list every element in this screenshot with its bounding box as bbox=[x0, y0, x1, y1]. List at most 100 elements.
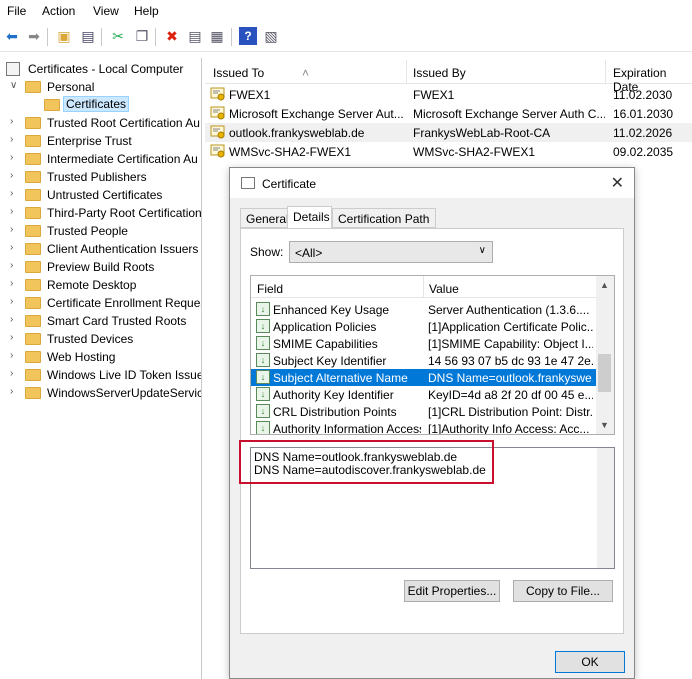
chevron-right-icon[interactable]: › bbox=[10, 116, 13, 127]
forward-arrow-icon[interactable]: ➡ bbox=[25, 27, 43, 45]
tree-item[interactable]: › Trusted Devices bbox=[0, 330, 201, 348]
ok-button[interactable]: OK bbox=[555, 651, 625, 673]
tree-item[interactable]: › Intermediate Certification Au bbox=[0, 150, 201, 168]
tab-certification-path[interactable]: Certification Path bbox=[332, 208, 436, 228]
field-row[interactable]: ↓ Subject Key Identifier 14 56 93 07 b5 dc… bbox=[251, 352, 596, 369]
cell-expiration-date: 09.02.2035 bbox=[613, 145, 674, 159]
tree-item[interactable]: › Trusted Publishers bbox=[0, 168, 201, 186]
copy-icon[interactable]: ❐ bbox=[133, 27, 151, 45]
chevron-right-icon[interactable]: › bbox=[10, 152, 13, 163]
tab-general[interactable]: General bbox=[240, 208, 289, 228]
chevron-down-icon: ∨ bbox=[478, 245, 486, 256]
tree-item[interactable]: › Smart Card Trusted Roots bbox=[0, 312, 201, 330]
field-row[interactable]: ↓ Authority Information Access [1]Authorit… bbox=[251, 420, 596, 434]
field-value: Server Authentication (1.3.6.... bbox=[428, 303, 590, 317]
field-name: Enhanced Key Usage bbox=[273, 303, 390, 317]
field-row[interactable]: ↓ Authority Key Identifier KeyID=4d a8 2f … bbox=[251, 386, 596, 403]
field-row[interactable]: ↓ SMIME Capabilities [1]SMIME Capability: … bbox=[251, 335, 596, 352]
chevron-right-icon[interactable]: › bbox=[10, 188, 13, 199]
tree-item[interactable]: › Web Hosting bbox=[0, 348, 201, 366]
snapin-icon[interactable]: ▧ bbox=[262, 27, 280, 45]
folder-icon bbox=[44, 99, 60, 111]
field-row[interactable]: ↓ Enhanced Key Usage Server Authentication… bbox=[251, 301, 596, 318]
chevron-right-icon[interactable]: › bbox=[10, 278, 13, 289]
scroll-down-icon[interactable]: ▼ bbox=[600, 420, 609, 430]
show-hide-tree-icon[interactable]: ▤ bbox=[79, 27, 97, 45]
chevron-right-icon[interactable]: › bbox=[10, 332, 13, 343]
detail-scrollbar[interactable] bbox=[597, 448, 614, 568]
close-icon[interactable]: ✕ bbox=[611, 173, 624, 193]
delete-icon[interactable]: ✖ bbox=[163, 27, 181, 45]
tree-item[interactable]: › Enterprise Trust bbox=[0, 132, 201, 150]
chevron-right-icon[interactable]: › bbox=[10, 224, 13, 235]
back-arrow-icon[interactable]: ⬅ bbox=[3, 27, 21, 45]
properties-icon[interactable]: ▤ bbox=[186, 27, 204, 45]
column-divider[interactable] bbox=[406, 60, 407, 84]
menu-action[interactable]: Action bbox=[42, 4, 75, 18]
export-icon[interactable]: ▦ bbox=[208, 27, 226, 45]
tab-details[interactable]: Details bbox=[287, 206, 332, 228]
field-row[interactable]: ↓ Application Policies [1]Application Cert… bbox=[251, 318, 596, 335]
tree-item[interactable]: › Trusted People bbox=[0, 222, 201, 240]
column-divider[interactable] bbox=[423, 276, 424, 298]
tree-item-label: Trusted Root Certification Au bbox=[47, 116, 200, 130]
help-icon[interactable]: ? bbox=[239, 27, 257, 45]
menu-view[interactable]: View bbox=[93, 4, 119, 18]
tree-item[interactable]: › Certificate Enrollment Reques bbox=[0, 294, 201, 312]
scroll-thumb[interactable] bbox=[598, 354, 611, 392]
tree-item[interactable]: › Trusted Root Certification Au bbox=[0, 114, 201, 132]
show-select-value: <All> bbox=[295, 246, 323, 260]
chevron-right-icon[interactable]: › bbox=[10, 386, 13, 397]
copy-to-file-button[interactable]: Copy to File... bbox=[513, 580, 613, 602]
tree-root[interactable]: Certificates - Local Computer bbox=[0, 60, 201, 78]
chevron-right-icon[interactable]: › bbox=[10, 242, 13, 253]
folder-icon bbox=[25, 297, 41, 309]
chevron-down-icon[interactable]: ∨ bbox=[10, 80, 17, 91]
table-row[interactable]: FWEX1 FWEX1 11.02.2030 bbox=[205, 85, 692, 104]
column-issued-to[interactable]: Issued To bbox=[213, 66, 264, 80]
tree-item[interactable]: › Third-Party Root Certification bbox=[0, 204, 201, 222]
tree-item[interactable]: › Untrusted Certificates bbox=[0, 186, 201, 204]
tree-item-certificates[interactable]: Certificates bbox=[0, 96, 201, 114]
folder-icon bbox=[25, 81, 41, 93]
tree-item-personal[interactable]: ∨ Personal bbox=[0, 78, 201, 96]
chevron-right-icon[interactable]: › bbox=[10, 368, 13, 379]
table-row[interactable]: Microsoft Exchange Server Aut... Microsof… bbox=[205, 104, 692, 123]
chevron-right-icon[interactable]: › bbox=[10, 314, 13, 325]
certificate-icon bbox=[241, 177, 255, 189]
chevron-right-icon[interactable]: › bbox=[10, 170, 13, 181]
menu-file[interactable]: File bbox=[7, 4, 26, 18]
extension-icon: ↓ bbox=[256, 387, 270, 401]
tree-root-label: Certificates - Local Computer bbox=[28, 62, 184, 76]
cut-icon[interactable]: ✂ bbox=[109, 27, 127, 45]
tree-item-label: Intermediate Certification Au bbox=[47, 152, 198, 166]
chevron-right-icon[interactable]: › bbox=[10, 206, 13, 217]
column-field[interactable]: Field bbox=[257, 282, 283, 296]
field-row[interactable]: ↓ CRL Distribution Points [1]CRL Distribut… bbox=[251, 403, 596, 420]
show-select[interactable]: <All> ∨ bbox=[289, 241, 493, 263]
table-row[interactable]: outlook.frankysweblab.de FrankysWebLab-Ro… bbox=[205, 123, 692, 142]
tree-item[interactable]: › Preview Build Roots bbox=[0, 258, 201, 276]
tree-item[interactable]: › WindowsServerUpdateService bbox=[0, 384, 201, 402]
fields-listview: Field Value ↓ Enhanced Key Usage Server Au… bbox=[250, 275, 615, 435]
extension-icon: ↓ bbox=[256, 302, 270, 316]
tree-item[interactable]: › Remote Desktop bbox=[0, 276, 201, 294]
column-divider[interactable] bbox=[605, 60, 606, 84]
scroll-up-icon[interactable]: ▲ bbox=[600, 280, 609, 290]
field-row[interactable]: ↓ Subject Alternative Name DNS Name=outloo… bbox=[251, 369, 596, 386]
menu-help[interactable]: Help bbox=[134, 4, 159, 18]
chevron-right-icon[interactable]: › bbox=[10, 260, 13, 271]
tree-item-label: Personal bbox=[47, 80, 95, 94]
edit-properties-button[interactable]: Edit Properties... bbox=[404, 580, 500, 602]
column-issued-by[interactable]: Issued By bbox=[413, 66, 466, 80]
column-value[interactable]: Value bbox=[429, 282, 459, 296]
up-folder-icon[interactable]: ▣ bbox=[55, 27, 73, 45]
tree-item[interactable]: › Windows Live ID Token Issuer bbox=[0, 366, 201, 384]
chevron-right-icon[interactable]: › bbox=[10, 134, 13, 145]
table-row[interactable]: WMSvc-SHA2-FWEX1 WMSvc-SHA2-FWEX1 09.02.20… bbox=[205, 142, 692, 161]
tree-item[interactable]: › Client Authentication Issuers bbox=[0, 240, 201, 258]
fields-scrollbar[interactable]: ▲ ▼ bbox=[596, 276, 614, 434]
field-name: Application Policies bbox=[273, 320, 377, 334]
chevron-right-icon[interactable]: › bbox=[10, 296, 13, 307]
chevron-right-icon[interactable]: › bbox=[10, 350, 13, 361]
